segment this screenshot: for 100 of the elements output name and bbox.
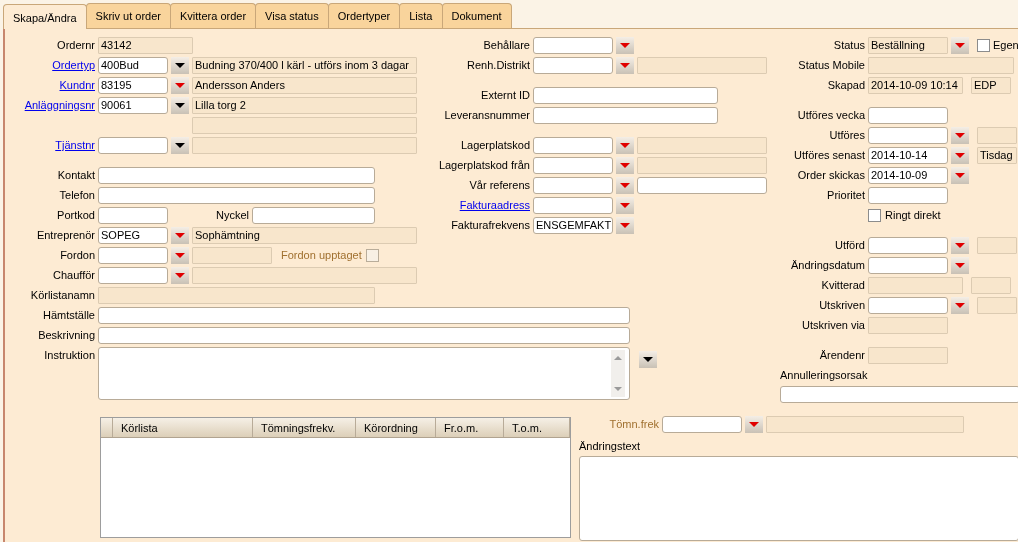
input-field[interactable] — [98, 307, 630, 324]
checkbox-label: Fordon upptaget — [281, 248, 362, 263]
dropdown-button[interactable] — [171, 97, 189, 114]
field-label: Behållare — [482, 38, 530, 53]
scroll-up-icon[interactable] — [614, 356, 622, 360]
field-label: Kvitterad — [820, 278, 865, 293]
read-only-field: Lilla torg 2 — [192, 97, 417, 114]
input-field[interactable] — [98, 167, 375, 184]
field-label: Order skickas — [796, 168, 865, 183]
field-label: Status Mobile — [797, 58, 865, 73]
read-only-field: Sophämtning — [192, 227, 417, 244]
field-label: Chaufför — [52, 268, 95, 283]
field-label: Utföres — [828, 128, 865, 143]
read-only-field: EDP — [971, 77, 1011, 94]
field-label: Nyckel — [215, 208, 249, 223]
input-field[interactable] — [98, 207, 168, 224]
field-label: Lagerplatskod — [459, 138, 530, 153]
column-header[interactable]: Körlista — [113, 418, 253, 437]
input-field[interactable] — [98, 247, 168, 264]
field-label: Portkod — [56, 208, 95, 223]
tab[interactable]: Kvittera order — [170, 3, 257, 28]
data-grid[interactable]: Körlista Tömningsfrekv. Körordning Fr.o.m. T.o.m. — [100, 417, 571, 538]
field-link[interactable]: Fakturaadress — [422, 197, 530, 214]
field-link[interactable]: Tjänstnr — [5, 137, 95, 154]
field-label: Status — [832, 38, 865, 53]
input-field[interactable] — [98, 327, 630, 344]
input-field[interactable]: ENSGEMFAKT — [533, 217, 613, 234]
input-field[interactable]: 83195 — [98, 77, 168, 94]
checkbox[interactable] — [977, 39, 990, 52]
checkbox-label: Egen — [993, 38, 1018, 53]
field-label: Leveransnummer — [443, 108, 530, 123]
input-field[interactable] — [868, 297, 948, 314]
tab[interactable]: Ordertyper — [327, 3, 401, 28]
field-label: Instruktion — [43, 348, 95, 363]
dropdown-button[interactable] — [171, 137, 189, 154]
input-field[interactable] — [98, 137, 168, 154]
field-label: Körlistanamn — [29, 288, 95, 303]
read-only-field: Beställning — [868, 37, 948, 54]
input-field[interactable]: 2014-10-09 — [868, 167, 948, 184]
field-label: Kontakt — [56, 168, 95, 183]
input-field[interactable]: 400Bud — [98, 57, 168, 74]
input-field[interactable] — [533, 37, 613, 54]
input-field[interactable]: 90061 — [98, 97, 168, 114]
field-label: Beskrivning — [37, 328, 95, 343]
input-field[interactable] — [533, 177, 613, 194]
input-field[interactable] — [533, 137, 613, 154]
input-field[interactable] — [868, 187, 948, 204]
field-link[interactable]: Ordertyp — [5, 57, 95, 74]
field-label: Ändringsdatum — [790, 258, 865, 273]
input-field[interactable] — [579, 455, 1018, 541]
input-field[interactable] — [868, 127, 948, 144]
tab[interactable]: Visa status — [255, 3, 329, 28]
field-label: Annulleringsorsak — [780, 368, 869, 383]
input-field[interactable] — [868, 257, 948, 274]
field-label: Entreprenör — [35, 228, 95, 243]
field-label: Utföres vecka — [796, 108, 865, 123]
input-field[interactable] — [868, 107, 948, 124]
column-header[interactable]: Körordning — [356, 418, 436, 437]
read-only-field: Tisdag — [977, 147, 1017, 164]
field-label: Utskriven via — [801, 318, 865, 333]
input-field[interactable] — [533, 157, 613, 174]
tab[interactable]: Skapa/Ändra — [3, 4, 87, 29]
field-label: Renh.Distrikt — [466, 58, 530, 73]
field-label: Ärendenr — [818, 348, 865, 363]
field-label: Externt ID — [480, 88, 530, 103]
read-only-field: 2014-10-09 10:14 — [868, 77, 963, 94]
input-field[interactable]: SOPEG — [98, 227, 168, 244]
read-only-field: 43142 — [98, 37, 193, 54]
field-label: Skapad — [826, 78, 865, 93]
input-field[interactable] — [252, 207, 375, 224]
input-field[interactable]: 2014-10-14 — [868, 147, 948, 164]
tab[interactable]: Skriv ut order — [85, 3, 172, 28]
column-header[interactable]: T.o.m. — [504, 418, 570, 437]
text-area[interactable] — [98, 347, 630, 400]
field-label: Ändringstext — [579, 439, 642, 454]
input-field[interactable] — [98, 267, 168, 284]
field-label: Tömn.frek — [608, 417, 659, 432]
input-field[interactable] — [637, 177, 767, 194]
input-field[interactable] — [780, 386, 1018, 403]
tab[interactable]: Dokument — [441, 3, 512, 28]
tab[interactable]: Lista — [399, 3, 443, 28]
checkbox[interactable] — [868, 209, 881, 222]
input-field[interactable] — [533, 87, 718, 104]
input-field[interactable] — [533, 197, 613, 214]
dropdown-button[interactable] — [171, 57, 189, 74]
field-label: Fakturafrekvens — [450, 218, 530, 233]
input-field[interactable] — [868, 237, 948, 254]
input-field[interactable] — [98, 187, 375, 204]
field-link[interactable]: Anläggningsnr — [5, 97, 95, 114]
field-label: Telefon — [58, 188, 95, 203]
field-label: Fordon — [59, 248, 95, 263]
field-link[interactable]: Kundnr — [5, 77, 95, 94]
scroll-down-icon[interactable] — [614, 387, 622, 391]
scrollbar[interactable] — [611, 350, 625, 397]
column-header[interactable]: Tömningsfrekv. — [253, 418, 356, 437]
input-field[interactable] — [533, 57, 613, 74]
column-header[interactable]: Fr.o.m. — [436, 418, 504, 437]
dropdown-button[interactable] — [639, 351, 657, 368]
input-field[interactable] — [533, 107, 718, 124]
field-label: Vår referens — [468, 178, 530, 193]
